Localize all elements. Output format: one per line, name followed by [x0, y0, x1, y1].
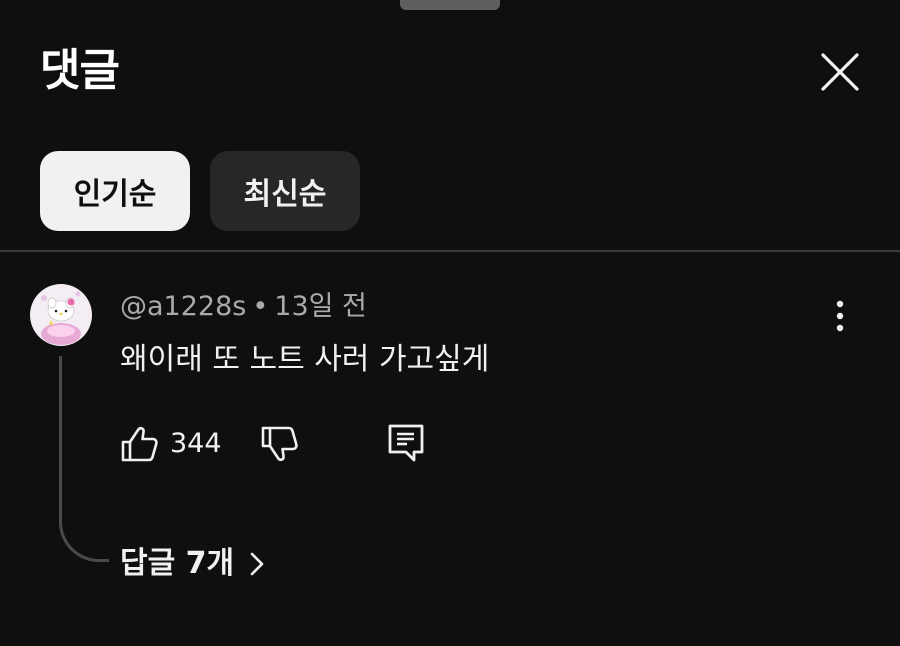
dislike-button[interactable]	[258, 422, 302, 466]
comment-meta: @a1228s • 13일 전	[120, 290, 367, 324]
close-button[interactable]	[812, 44, 868, 100]
view-replies-link[interactable]: 답글 7개	[120, 544, 266, 584]
thumbs-up-icon	[121, 426, 158, 462]
drag-handle[interactable]	[400, 0, 500, 10]
sort-chip-popular[interactable]: 인기순	[40, 151, 190, 231]
hello-kitty-avatar	[30, 284, 92, 346]
close-icon	[821, 53, 859, 91]
more-vertical-icon	[836, 300, 844, 332]
comment-time: 13일 전	[274, 291, 367, 322]
replies-count-label: 답글 7개	[120, 546, 235, 581]
comment-text: 왜이래 또 노트 사러 가고싶게	[120, 342, 490, 377]
page-title: 댓글	[40, 45, 120, 96]
comment-reply-icon	[388, 424, 424, 462]
chevron-right-icon	[250, 552, 264, 576]
sort-chip-latest-label: 최신순	[243, 177, 327, 212]
thumbs-down-icon	[261, 426, 298, 462]
sort-chip-popular-label: 인기순	[73, 177, 157, 212]
divider	[0, 250, 900, 252]
reply-button[interactable]	[384, 420, 428, 466]
more-options-button[interactable]	[820, 296, 860, 336]
comment-author[interactable]: @a1228s	[120, 291, 246, 322]
meta-separator: •	[252, 291, 269, 322]
like-count: 344	[170, 428, 222, 459]
sort-chip-latest[interactable]: 최신순	[210, 151, 360, 231]
avatar[interactable]	[30, 284, 92, 346]
reply-thread-line	[59, 356, 109, 562]
like-button[interactable]	[118, 422, 162, 466]
